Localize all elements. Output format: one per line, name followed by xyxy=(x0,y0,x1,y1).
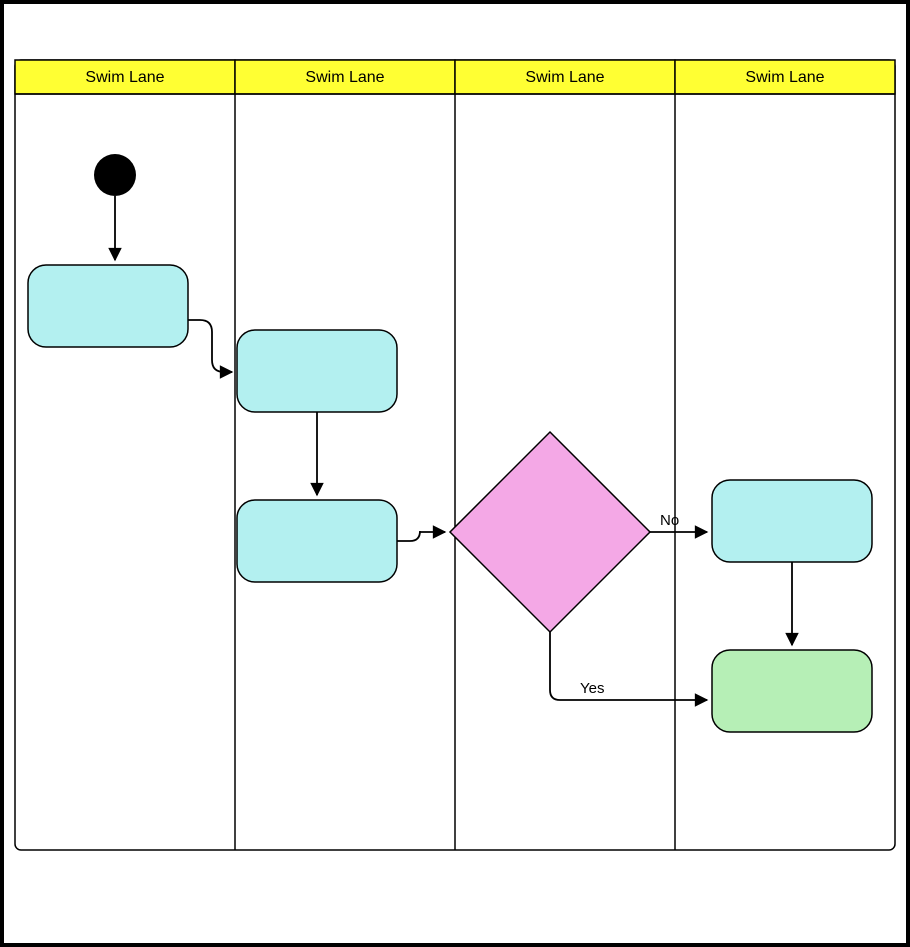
start-node[interactable] xyxy=(94,154,136,196)
edge-label-yes: Yes xyxy=(580,680,604,697)
edge-task3-decision xyxy=(397,531,445,541)
edge-task1-task2 xyxy=(188,320,232,372)
swimlane-diagram: Swim Lane Swim Lane Swim Lane Swim Lane … xyxy=(0,0,910,947)
lane-label-3: Swim Lane xyxy=(525,69,604,86)
lane-label-1: Swim Lane xyxy=(85,69,164,86)
edge-label-no: No xyxy=(660,512,679,529)
lane-label-2: Swim Lane xyxy=(305,69,384,86)
edge-decision-task5 xyxy=(550,632,707,700)
end-task-node[interactable] xyxy=(712,650,872,732)
decision-node[interactable] xyxy=(450,432,650,632)
lane-label-4: Swim Lane xyxy=(745,69,824,86)
task-node-1[interactable] xyxy=(28,265,188,347)
task-node-2[interactable] xyxy=(237,330,397,412)
task-node-3[interactable] xyxy=(237,500,397,582)
task-node-4[interactable] xyxy=(712,480,872,562)
